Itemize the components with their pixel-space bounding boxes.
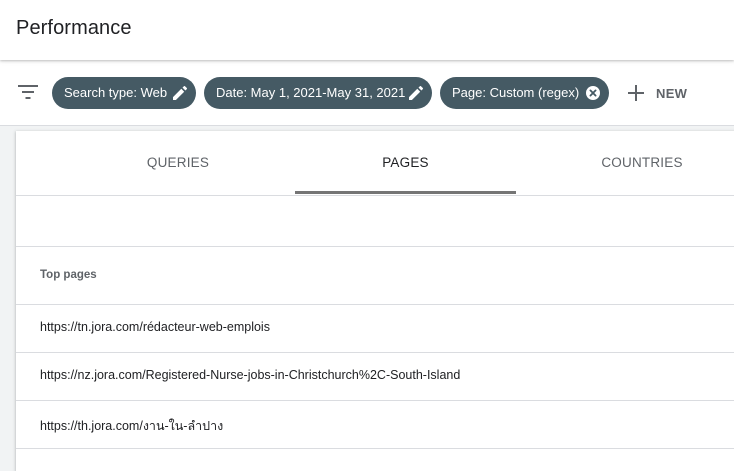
filter-chip-search-type[interactable]: Search type: Web xyxy=(52,77,196,109)
app-header: Performance xyxy=(0,0,734,60)
active-tab-indicator xyxy=(295,191,516,194)
clear-circle-icon[interactable] xyxy=(586,86,600,100)
page-url: https://nz.jora.com/Registered-Nurse-job… xyxy=(40,368,461,382)
tab-queries[interactable]: QUERIES xyxy=(68,131,288,194)
report-card: QUERIES PAGES COUNTRIES Top pages https:… xyxy=(16,131,734,471)
filter-chip-page[interactable]: Page: Custom (regex) xyxy=(440,77,609,109)
tab-countries[interactable]: COUNTRIES xyxy=(524,131,734,194)
tab-pages[interactable]: PAGES xyxy=(295,131,516,194)
page-url: https://th.jora.com/งาน-ใน-ลำปาง xyxy=(40,419,224,433)
filter-chip-label: Page: Custom (regex) xyxy=(452,85,580,100)
plus-icon xyxy=(628,85,644,101)
page-title: Performance xyxy=(16,17,132,39)
edit-pencil-icon[interactable] xyxy=(409,86,423,100)
table-row[interactable]: https://th.jora.com/งาน-ใน-ลำปาง xyxy=(16,401,734,449)
filter-bar: Search type: Web Date: May 1, 2021-May 3… xyxy=(0,60,734,126)
table-header: Top pages xyxy=(16,247,734,305)
table-toolbar xyxy=(16,195,734,247)
filter-chip-label: Search type: Web xyxy=(64,85,168,100)
table-row[interactable]: https://nz.jora.com/Registered-Nurse-job… xyxy=(16,353,734,401)
filter-list-icon[interactable] xyxy=(18,84,38,100)
table-row[interactable]: https://tn.jora.com/rédacteur-web-emploi… xyxy=(16,305,734,353)
dimension-tabs: QUERIES PAGES COUNTRIES xyxy=(16,131,734,196)
add-filter-button[interactable]: NEW xyxy=(622,77,698,109)
column-header-top-pages[interactable]: Top pages xyxy=(40,269,97,281)
filter-chip-date[interactable]: Date: May 1, 2021-May 31, 2021 xyxy=(204,77,432,109)
page-url: https://tn.jora.com/rédacteur-web-emploi… xyxy=(40,320,270,334)
edit-pencil-icon[interactable] xyxy=(173,86,187,100)
add-filter-label: NEW xyxy=(656,86,688,101)
filter-chip-label: Date: May 1, 2021-May 31, 2021 xyxy=(216,85,406,100)
